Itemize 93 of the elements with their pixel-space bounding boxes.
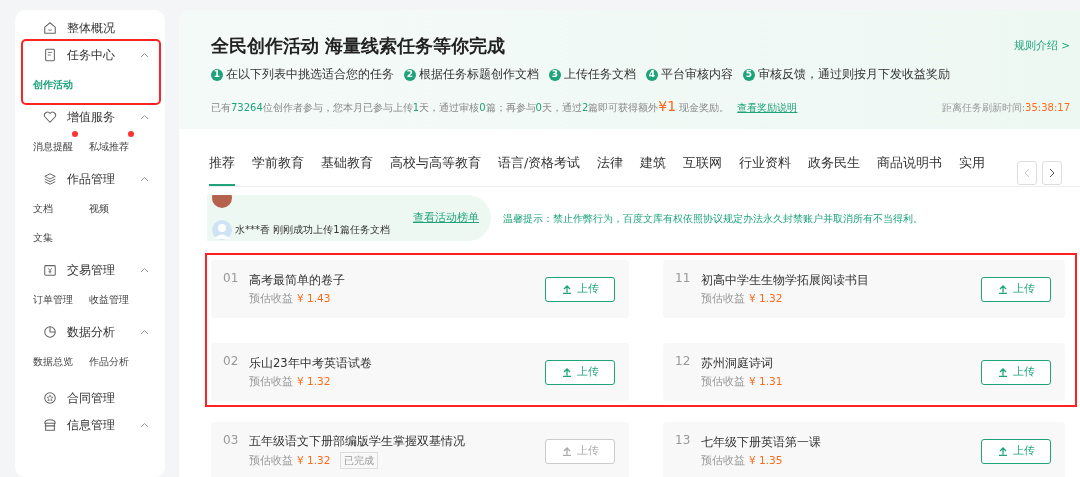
earnings-label: 预估收益 xyxy=(701,374,745,389)
banner-title: 全民创作活动 海量线索任务等你完成 xyxy=(211,34,506,58)
warning-notice: 温馨提示：禁止作弊行为，百度文库有权依照协议规定办法永久封禁账户并取消所有不当得利。 xyxy=(503,211,923,226)
earnings-amount: ¥ 1.32 xyxy=(749,291,783,306)
sidebar-subitem[interactable]: 作品分析 xyxy=(89,356,129,367)
step-text: 上传任务文档 xyxy=(564,66,636,83)
seal-icon xyxy=(43,390,57,405)
task-number: 13 xyxy=(675,432,692,450)
upload-icon xyxy=(561,367,572,378)
task-title: 高考最简单的卷子 xyxy=(249,271,345,289)
sidebar-subitem[interactable]: 数据总览 xyxy=(33,356,73,367)
earnings-amount: ¥ 1.35 xyxy=(749,453,783,468)
step-number: 2 xyxy=(404,68,416,81)
sidebar-item[interactable]: 交易管理 xyxy=(67,260,115,279)
category-tab[interactable]: 行业资料 xyxy=(739,141,792,187)
step-number: 5 xyxy=(743,68,755,81)
upload-icon xyxy=(561,446,572,457)
ticker-message: 水***香 刚刚成功上传1篇任务文档 xyxy=(235,223,390,238)
sidebar-item[interactable]: 整体概况 xyxy=(67,18,115,37)
task-title: 苏州洞庭诗词 xyxy=(701,354,774,372)
category-tab[interactable]: 高校与高等教育 xyxy=(390,141,481,187)
chevron-left-icon xyxy=(1024,168,1030,179)
step-number: 1 xyxy=(211,68,223,81)
stats-text: 已有73264位创作者参与，您本月已参与上传1天，通过审核0篇；再参与0天，通过2篇即可获得额外¥1 现金奖励。 xyxy=(211,97,730,117)
pie-chart-icon xyxy=(43,324,57,339)
sidebar-subitem[interactable]: 私域推荐 xyxy=(89,141,129,152)
step-number: 4 xyxy=(646,68,658,81)
wallet-icon xyxy=(43,262,57,277)
sidebar-subitem[interactable]: 消息提醒 xyxy=(33,141,73,152)
chevron-up-icon[interactable] xyxy=(140,328,149,335)
task-title: 乐山23年中考英语试卷 xyxy=(249,354,372,372)
category-tab[interactable]: 推荐 xyxy=(209,141,235,187)
layers-icon xyxy=(43,171,57,186)
document-icon xyxy=(43,47,57,62)
chevron-up-icon[interactable] xyxy=(140,113,149,120)
task-title: 五年级语文下册部编版学生掌握双基情况 xyxy=(249,433,465,451)
earnings-label: 预估收益 xyxy=(249,453,293,468)
heart-icon xyxy=(43,109,57,124)
step-text: 在以下列表中挑选适合您的任务 xyxy=(226,66,394,83)
earnings-label: 预估收益 xyxy=(701,453,745,468)
category-tab[interactable]: 商品说明书 xyxy=(877,141,943,187)
upload-icon xyxy=(997,284,1008,295)
category-tab[interactable]: 法律 xyxy=(597,141,624,187)
store-icon xyxy=(43,417,57,432)
upload-icon xyxy=(997,367,1008,378)
chevron-up-icon[interactable] xyxy=(140,51,149,58)
sidebar-subitem[interactable]: 文集 xyxy=(33,232,53,243)
upload-icon xyxy=(561,284,572,295)
task-number: 11 xyxy=(675,270,692,288)
sidebar-subitem[interactable]: 收益管理 xyxy=(89,294,129,305)
house-icon xyxy=(43,20,57,35)
avatar-icon xyxy=(211,219,233,242)
chevron-right-icon xyxy=(1049,168,1055,179)
category-tab[interactable]: 政务民生 xyxy=(808,141,861,187)
sidebar-item[interactable]: 合同管理 xyxy=(67,388,115,407)
category-tab[interactable]: 学前教育 xyxy=(252,141,304,187)
sidebar-subitem[interactable]: 文档 xyxy=(33,203,53,214)
sidebar-item[interactable]: 任务中心 xyxy=(67,45,115,64)
sidebar-subitem[interactable]: 订单管理 xyxy=(33,294,73,305)
countdown-timer: 35:38:17 xyxy=(1025,102,1070,114)
sidebar-item[interactable]: 增值服务 xyxy=(67,107,115,126)
earnings-amount: ¥ 1.31 xyxy=(749,374,783,389)
category-tab[interactable]: 语言/资格考试 xyxy=(498,141,581,187)
task-number: 01 xyxy=(223,270,240,288)
task-number: 02 xyxy=(223,353,240,371)
earnings-label: 预估收益 xyxy=(249,374,293,389)
category-tab[interactable]: 建筑 xyxy=(640,141,667,187)
category-tab[interactable]: 基础教育 xyxy=(321,141,373,187)
step-number: 3 xyxy=(549,68,561,81)
category-tab[interactable]: 实用 xyxy=(959,141,986,187)
step-text: 根据任务标题创作文档 xyxy=(419,66,539,83)
earnings-label: 预估收益 xyxy=(249,291,293,306)
earnings-amount: ¥ 1.43 xyxy=(297,291,331,306)
completed-tag: 已完成 xyxy=(340,452,379,470)
step-text: 平台审核内容 xyxy=(661,66,733,83)
task-title: 七年级下册英语第一课 xyxy=(701,433,821,451)
upload-icon xyxy=(997,446,1008,457)
chevron-up-icon[interactable] xyxy=(140,175,149,182)
chevron-up-icon[interactable] xyxy=(140,266,149,273)
category-tab[interactable]: 互联网 xyxy=(683,141,723,187)
task-number: 03 xyxy=(223,432,240,450)
sidebar-item[interactable]: 数据分析 xyxy=(67,322,115,341)
chevron-up-icon[interactable] xyxy=(140,421,149,428)
task-number: 12 xyxy=(675,353,692,371)
earnings-amount: ¥ 1.32 xyxy=(297,453,331,468)
earnings-label: 预估收益 xyxy=(701,291,745,306)
task-title: 初高中学生生物学拓展阅读书目 xyxy=(701,271,869,289)
sidebar-item[interactable]: 信息管理 xyxy=(67,415,115,434)
sidebar-subitem[interactable]: 视频 xyxy=(89,203,109,214)
refresh-label: 距离任务刷新时间: xyxy=(941,102,1026,114)
sidebar-item[interactable]: 作品管理 xyxy=(67,169,115,188)
step-text: 审核反馈，通过则按月下发收益奖励 xyxy=(758,66,950,83)
earnings-amount: ¥ 1.32 xyxy=(297,374,331,389)
